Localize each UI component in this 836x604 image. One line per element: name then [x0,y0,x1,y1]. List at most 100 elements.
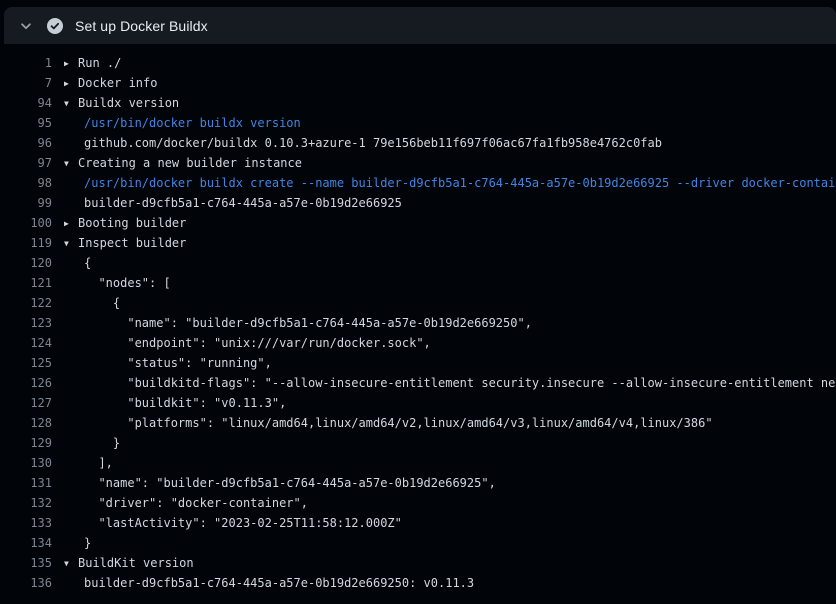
log-command-text: /usr/bin/docker buildx version [52,113,836,133]
line-number[interactable]: 123 [0,313,52,333]
log-output-text: "name": "builder-d9cfb5a1-c764-445a-a57e… [52,473,836,493]
log-group-header[interactable]: ▼BuildKit version [52,553,836,573]
log-group-header[interactable]: ▼Creating a new builder instance [52,153,836,173]
log-line-96: 96github.com/docker/buildx 0.10.3+azure-… [0,133,836,153]
log-output-text: github.com/docker/buildx 0.10.3+azure-1 … [52,133,836,153]
line-number[interactable]: 122 [0,293,52,313]
triangle-right-icon[interactable]: ▶ [64,214,78,233]
group-title: Booting builder [78,216,186,230]
log-group-header[interactable]: ▶Booting builder [52,213,836,233]
check-circle-icon [47,18,63,34]
line-number[interactable]: 98 [0,173,52,193]
line-number[interactable]: 126 [0,373,52,393]
line-number[interactable]: 134 [0,533,52,553]
triangle-down-icon[interactable]: ▼ [64,94,78,113]
log-line-136: 136builder-d9cfb5a1-c764-445a-a57e-0b19d… [0,573,836,593]
line-number[interactable]: 121 [0,273,52,293]
log-line-97: 97▼Creating a new builder instance [0,153,836,173]
chevron-down-icon[interactable] [18,18,34,34]
log-output-text: "buildkit": "v0.11.3", [52,393,836,413]
line-number[interactable]: 125 [0,353,52,373]
line-number[interactable]: 133 [0,513,52,533]
line-number[interactable]: 94 [0,93,52,113]
line-number[interactable]: 99 [0,193,52,213]
log-line-135: 135▼BuildKit version [0,553,836,573]
log-output-text: builder-d9cfb5a1-c764-445a-a57e-0b19d2e6… [52,193,836,213]
group-title: Run ./ [78,56,121,70]
log-container: 1▶Run ./7▶Docker info94▼Buildx version95… [0,44,836,593]
line-number[interactable]: 131 [0,473,52,493]
log-line-128: 128 "platforms": "linux/amd64,linux/amd6… [0,413,836,433]
line-number[interactable]: 124 [0,333,52,353]
log-line-98: 98/usr/bin/docker buildx create --name b… [0,173,836,193]
group-title: Docker info [78,76,157,90]
line-number[interactable]: 97 [0,153,52,173]
log-group-header[interactable]: ▼Inspect builder [52,233,836,253]
log-output-text: "buildkitd-flags": "--allow-insecure-ent… [52,373,836,393]
line-number[interactable]: 7 [0,73,52,93]
log-line-130: 130 ], [0,453,836,473]
line-number[interactable]: 100 [0,213,52,233]
log-line-126: 126 "buildkitd-flags": "--allow-insecure… [0,373,836,393]
line-number[interactable]: 127 [0,393,52,413]
log-line-120: 120{ [0,253,836,273]
group-title: Buildx version [78,96,179,110]
line-number[interactable]: 119 [0,233,52,253]
log-line-134: 134} [0,533,836,553]
log-output-text: "lastActivity": "2023-02-25T11:58:12.000… [52,513,836,533]
log-output-text: "status": "running", [52,353,836,373]
log-line-95: 95/usr/bin/docker buildx version [0,113,836,133]
triangle-down-icon[interactable]: ▼ [64,554,78,573]
log-output-text: ], [52,453,836,473]
triangle-right-icon[interactable]: ▶ [64,54,78,73]
step-title: Set up Docker Buildx [75,18,208,34]
line-number[interactable]: 1 [0,53,52,73]
log-line-124: 124 "endpoint": "unix:///var/run/docker.… [0,333,836,353]
line-number[interactable]: 95 [0,113,52,133]
line-number[interactable]: 120 [0,253,52,273]
log-output-text: } [52,433,836,453]
log-line-99: 99builder-d9cfb5a1-c764-445a-a57e-0b19d2… [0,193,836,213]
log-line-123: 123 "name": "builder-d9cfb5a1-c764-445a-… [0,313,836,333]
log-line-131: 131 "name": "builder-d9cfb5a1-c764-445a-… [0,473,836,493]
log-line-133: 133 "lastActivity": "2023-02-25T11:58:12… [0,513,836,533]
log-line-121: 121 "nodes": [ [0,273,836,293]
line-number[interactable]: 129 [0,433,52,453]
triangle-right-icon[interactable]: ▶ [64,74,78,93]
log-group-header[interactable]: ▶Run ./ [52,53,836,73]
log-group-header[interactable]: ▶Docker info [52,73,836,93]
log-output-text: } [52,533,836,553]
step-header[interactable]: Set up Docker Buildx [4,7,836,44]
log-line-127: 127 "buildkit": "v0.11.3", [0,393,836,413]
line-number[interactable]: 136 [0,573,52,593]
triangle-down-icon[interactable]: ▼ [64,234,78,253]
log-output-text: { [52,293,836,313]
log-line-119: 119▼Inspect builder [0,233,836,253]
line-number[interactable]: 128 [0,413,52,433]
log-output-text: "name": "builder-d9cfb5a1-c764-445a-a57e… [52,313,836,333]
log-output-text: "platforms": "linux/amd64,linux/amd64/v2… [52,413,836,433]
triangle-down-icon[interactable]: ▼ [64,154,78,173]
log-line-100: 100▶Booting builder [0,213,836,233]
line-number[interactable]: 96 [0,133,52,153]
log-command-text: /usr/bin/docker buildx create --name bui… [52,173,836,193]
log-output-text: "nodes": [ [52,273,836,293]
log-output-text: "endpoint": "unix:///var/run/docker.sock… [52,333,836,353]
log-output-text: "driver": "docker-container", [52,493,836,513]
line-number[interactable]: 130 [0,453,52,473]
log-line-7: 7▶Docker info [0,73,836,93]
log-group-header[interactable]: ▼Buildx version [52,93,836,113]
log-line-122: 122 { [0,293,836,313]
log-line-129: 129 } [0,433,836,453]
log-line-125: 125 "status": "running", [0,353,836,373]
line-number[interactable]: 135 [0,553,52,573]
group-title: Creating a new builder instance [78,156,302,170]
log-line-132: 132 "driver": "docker-container", [0,493,836,513]
log-line-94: 94▼Buildx version [0,93,836,113]
log-output-text: builder-d9cfb5a1-c764-445a-a57e-0b19d2e6… [52,573,836,593]
group-title: Inspect builder [78,236,186,250]
line-number[interactable]: 132 [0,493,52,513]
page: Set up Docker Buildx 1▶Run ./7▶Docker in… [0,7,836,593]
log-line-1: 1▶Run ./ [0,53,836,73]
group-title: BuildKit version [78,556,194,570]
